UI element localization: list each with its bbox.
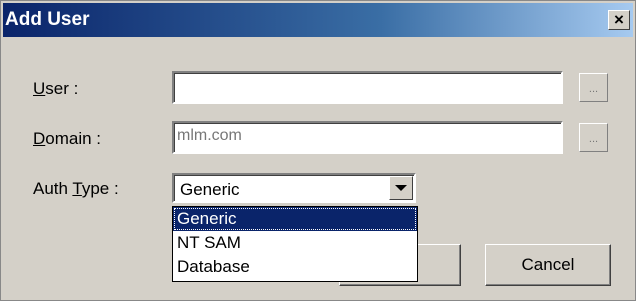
close-icon: × (614, 10, 624, 29)
domain-label: Domain : (33, 129, 102, 148)
close-button[interactable]: × (608, 10, 630, 30)
dropdown-option-generic[interactable]: Generic (173, 207, 417, 231)
dropdown-option-database[interactable]: Database (173, 255, 417, 279)
browse-domain-button[interactable]: ... (579, 123, 608, 152)
auth-type-selected-value: Generic (180, 180, 240, 199)
user-label: User : (33, 79, 79, 98)
auth-type-select[interactable]: Generic (172, 173, 416, 203)
add-user-dialog: Add User × User : ... Domain : mlm.com .… (0, 0, 636, 301)
auth-type-label: Auth Type : (33, 179, 119, 198)
title-bar[interactable]: Add User × (3, 3, 633, 37)
cancel-button[interactable]: Cancel (485, 244, 611, 286)
user-input[interactable] (172, 71, 563, 104)
browse-user-button[interactable]: ... (579, 73, 608, 102)
domain-input[interactable]: mlm.com (172, 121, 563, 154)
auth-type-dropdown-list: Generic NT SAM Database (172, 206, 418, 282)
dialog-title: Add User (5, 9, 90, 30)
dropdown-option-nt-sam[interactable]: NT SAM (173, 231, 417, 255)
dropdown-arrow-button[interactable] (389, 176, 413, 200)
chevron-down-icon (395, 185, 407, 191)
